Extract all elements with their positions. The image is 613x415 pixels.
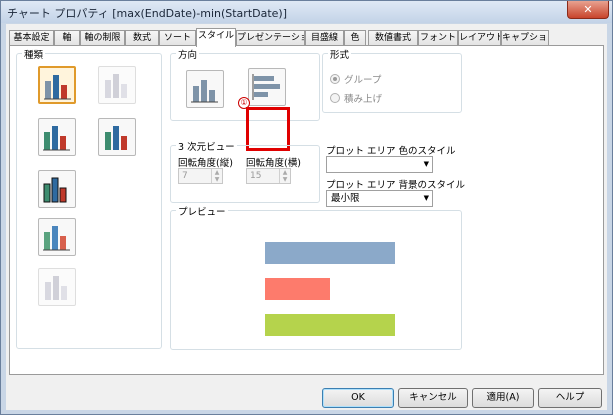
vertical-angle-value: 7: [182, 171, 188, 181]
preview-bar: [265, 314, 395, 336]
plot-color-style-label: プロット エリア 色のスタイル: [326, 146, 456, 157]
horizontal-bars-icon: [252, 74, 280, 100]
apply-button[interactable]: 適用(A): [472, 388, 534, 408]
bar-chart-icon: [44, 75, 71, 100]
plot-color-style-select[interactable]: ▼: [326, 156, 433, 173]
chart-type-bar-outlined[interactable]: [38, 170, 76, 208]
vertical-bars-icon: [191, 80, 218, 103]
radio-icon: [330, 74, 340, 84]
window-title: チャート プロパティ [max(EndDate)-min(StartDate)]: [7, 7, 288, 20]
bar-chart-icon: [43, 226, 70, 251]
horizontal-angle-input[interactable]: 15 ▲ ▼: [246, 168, 291, 184]
chart-type-bar-shaded[interactable]: [38, 118, 76, 156]
plot-bg-style-value: 最小限: [331, 193, 360, 204]
tab-layout[interactable]: レイアウト: [458, 30, 501, 46]
vertical-angle-input[interactable]: 7 ▲ ▼: [178, 168, 223, 184]
preview-group-label: プレビュー: [176, 204, 228, 218]
chart-type-bar-3d-gray-disabled: [38, 268, 76, 306]
chart-type-bar-3d-disabled: [98, 66, 136, 104]
tab-font[interactable]: フォント: [418, 30, 458, 46]
spinner-arrows-icon[interactable]: ▲ ▼: [211, 169, 222, 183]
chart-properties-window: チャート プロパティ [max(EndDate)-min(StartDate)]…: [0, 0, 613, 415]
tab-style[interactable]: スタイル: [196, 28, 236, 47]
direction-vertical-button[interactable]: [186, 70, 224, 108]
tab-caption[interactable]: キャプション: [501, 30, 549, 46]
tab-presentation[interactable]: プレゼンテーション: [236, 30, 305, 46]
tab-axis[interactable]: 軸: [54, 30, 80, 46]
preview-bar: [265, 242, 395, 264]
horizontal-angle-label: 回転角度(横): [246, 158, 301, 169]
type-group-label: 種類: [22, 47, 46, 61]
form-group-option[interactable]: グループ: [330, 72, 381, 86]
radio-icon: [330, 93, 340, 103]
bar-chart-3d-icon: [105, 126, 127, 150]
chart-type-bar-3d[interactable]: [98, 118, 136, 156]
tab-color[interactable]: 色: [344, 30, 366, 46]
tab-expressions[interactable]: 数式: [125, 30, 159, 46]
chevron-down-icon: ▼: [423, 194, 429, 202]
spinner-arrows-icon[interactable]: ▲ ▼: [279, 169, 290, 183]
plot-bg-style-label: プロット エリア 背景のスタイル: [326, 180, 466, 191]
preview-bar: [265, 278, 330, 300]
help-button[interactable]: ヘルプ: [538, 388, 602, 408]
preview-chart: [265, 242, 395, 342]
chart-type-bar-basic[interactable]: [38, 66, 76, 104]
tab-basic[interactable]: 基本設定: [9, 30, 54, 46]
style-tab-panel: 種類 方向 ① 形式 グループ 積み上げ 3 次元ビュー 回転角度(縦) 7 ▲…: [9, 45, 604, 375]
view3d-group-label: 3 次元ビュー: [176, 139, 237, 153]
form-group-label: 形式: [328, 47, 352, 61]
chart-type-bar-gradient[interactable]: [38, 218, 76, 256]
close-button[interactable]: ✕: [567, 1, 609, 19]
form-stacked-option-label: 積み上げ: [344, 94, 383, 105]
bar-chart-icon: [43, 126, 70, 151]
dialog-client: 基本設定 軸 軸の制限 数式 ソート スタイル プレゼンテーション 目盛線 色 …: [6, 24, 607, 410]
tab-number-format[interactable]: 数値書式: [368, 30, 418, 46]
bar-chart-3d-icon: [45, 276, 67, 300]
tab-gridlines[interactable]: 目盛線: [305, 30, 344, 46]
ok-button[interactable]: OK: [322, 388, 394, 408]
tab-axis-limits[interactable]: 軸の制限: [80, 30, 125, 46]
cancel-button[interactable]: キャンセル: [398, 388, 468, 408]
chevron-down-icon: ▼: [423, 160, 429, 168]
bar-chart-3d-icon: [105, 74, 127, 98]
horizontal-angle-value: 15: [250, 171, 262, 181]
vertical-angle-label: 回転角度(縦): [178, 158, 233, 169]
form-group-option-label: グループ: [344, 75, 382, 86]
direction-horizontal-button[interactable]: [248, 68, 286, 106]
plot-bg-style-select[interactable]: 最小限 ▼: [326, 190, 433, 207]
form-stacked-option[interactable]: 積み上げ: [330, 91, 382, 105]
tab-bar: 基本設定 軸 軸の制限 数式 ソート スタイル プレゼンテーション 目盛線 色 …: [6, 28, 607, 47]
direction-group-label: 方向: [176, 47, 200, 61]
title-bar[interactable]: チャート プロパティ [max(EndDate)-min(StartDate)]…: [1, 1, 612, 23]
bar-chart-icon: [43, 177, 67, 203]
tab-sort[interactable]: ソート: [159, 30, 196, 46]
